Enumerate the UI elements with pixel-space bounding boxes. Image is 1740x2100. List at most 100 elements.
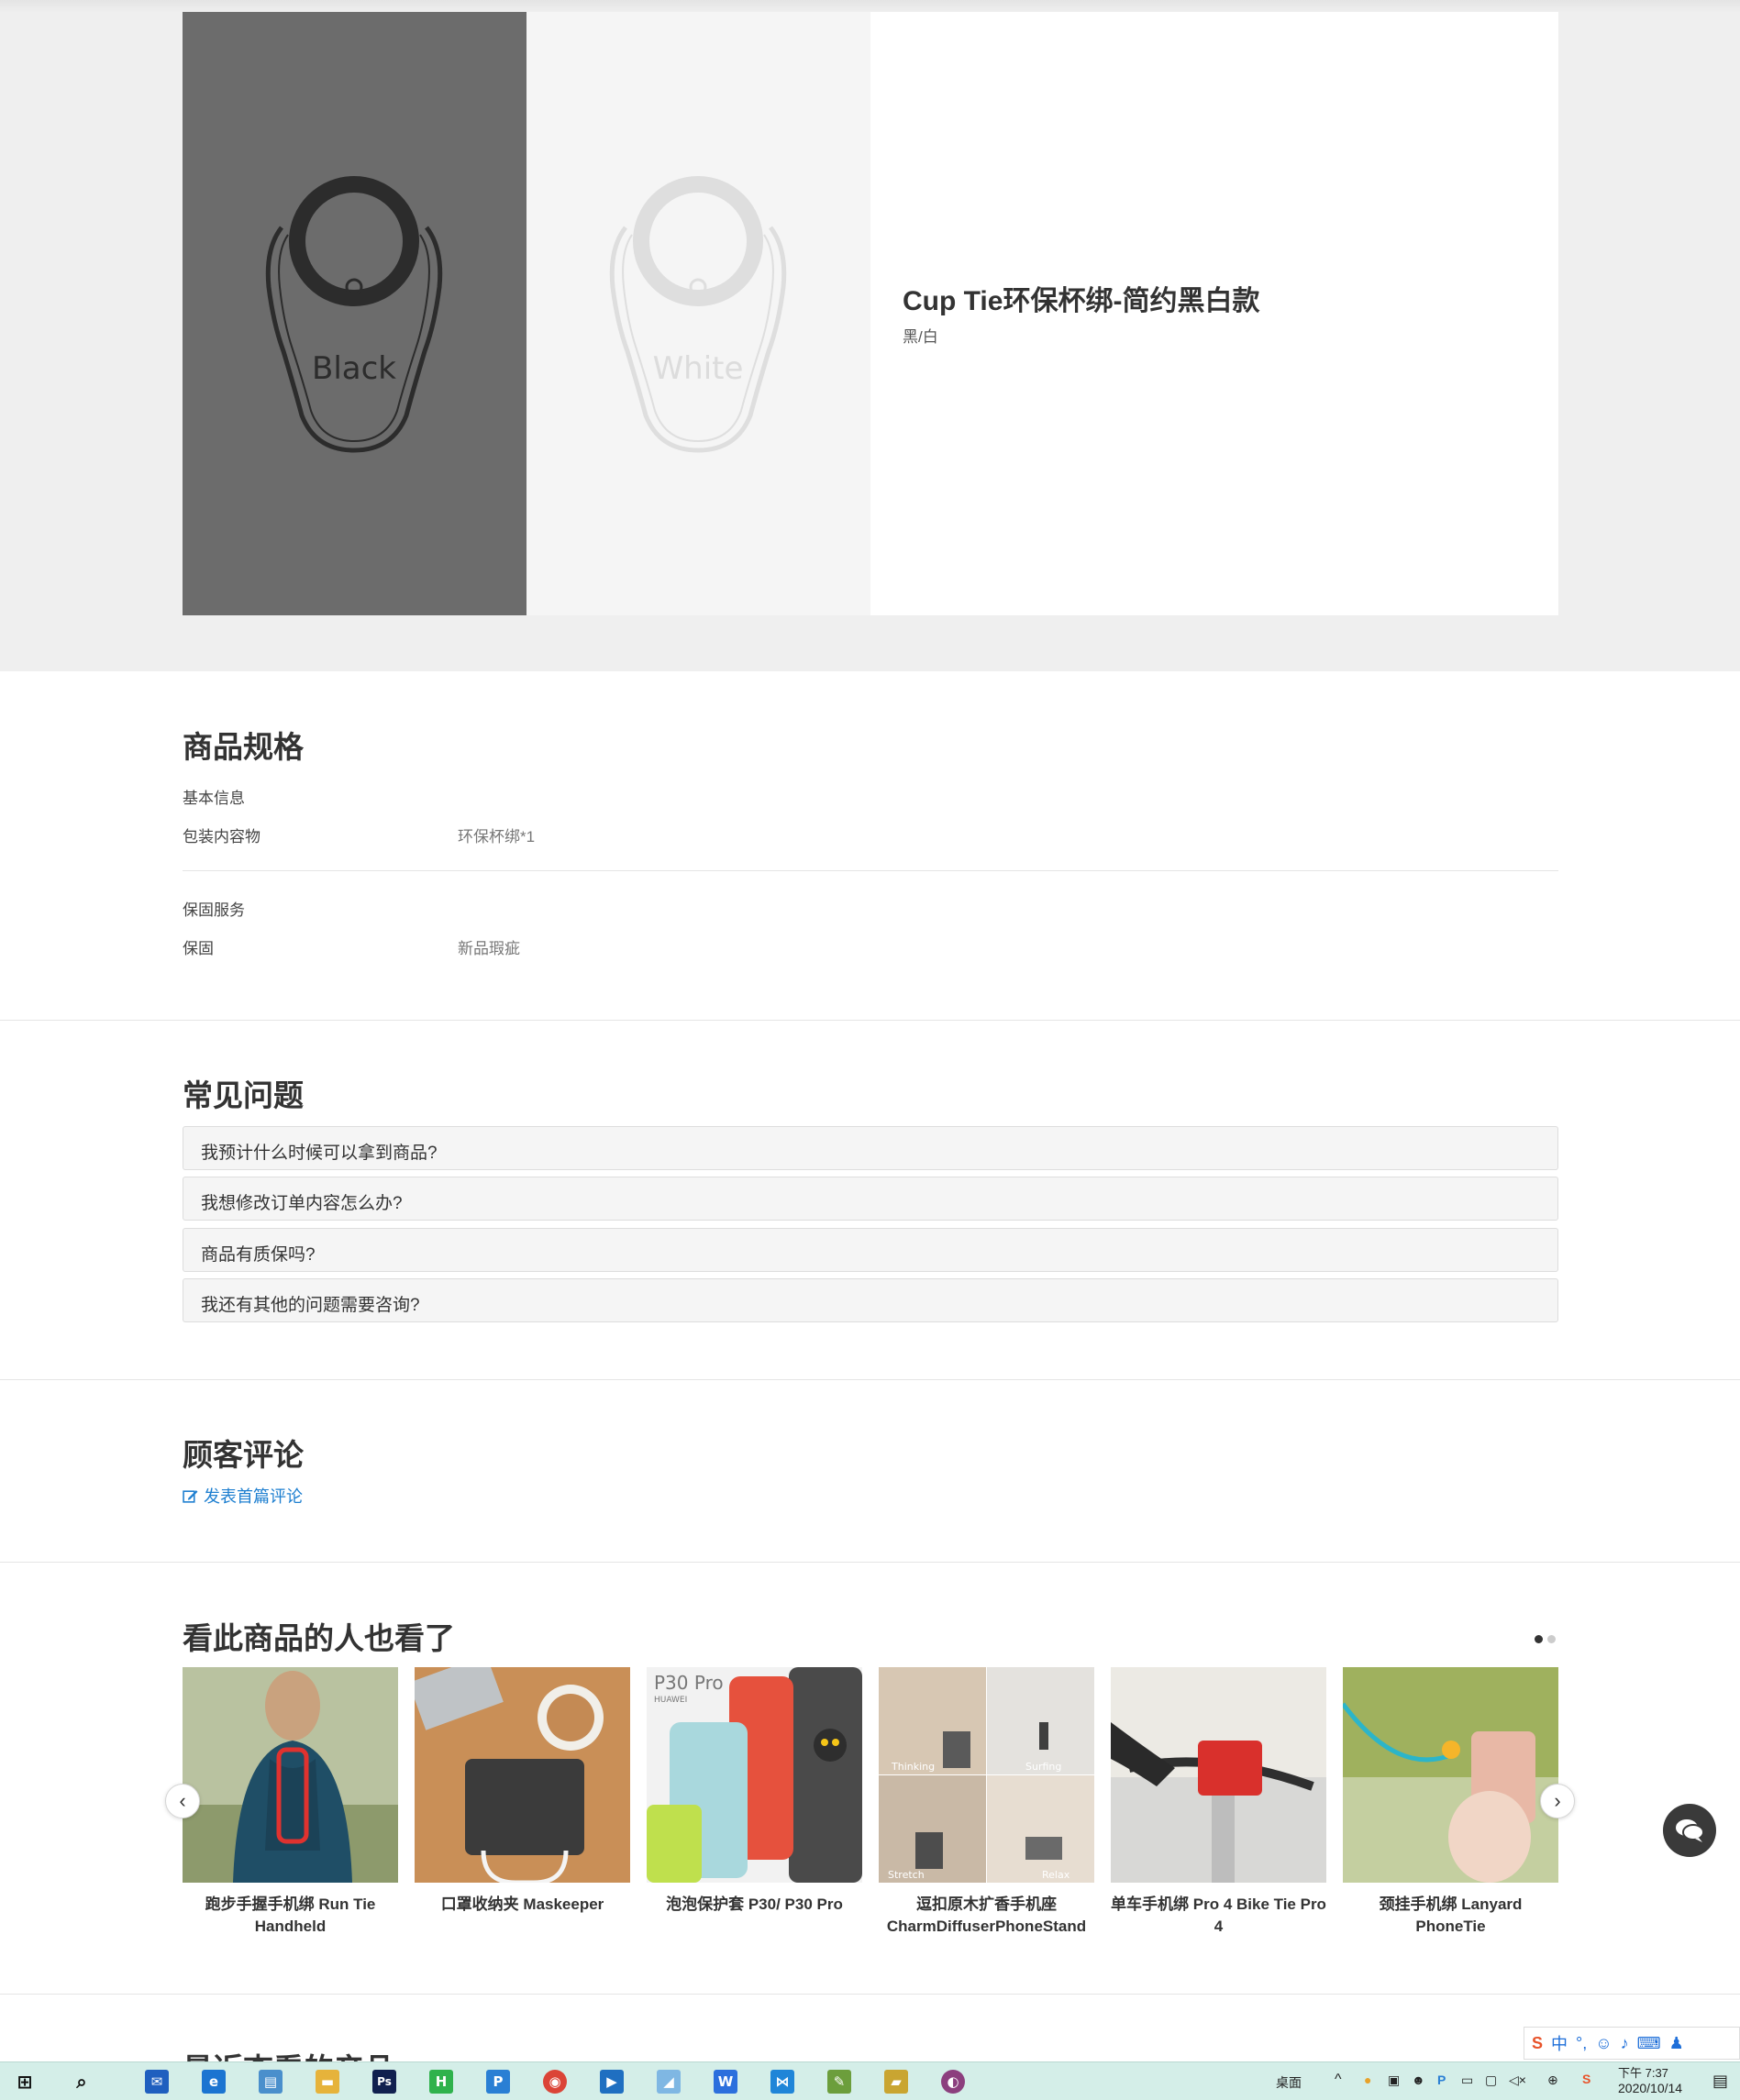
keyboard-icon[interactable]: ⌨ <box>1637 2034 1661 2053</box>
file-explorer-icon[interactable]: ▬ <box>316 2070 339 2094</box>
charm-diffuser-photo: Thinking Surfing Stretch Relax <box>879 1667 1094 1883</box>
product-name[interactable]: 逗扣原木扩香手机座 CharmDiffuserPhoneStand <box>879 1894 1094 1938</box>
p-tray-icon[interactable]: P <box>1437 2072 1446 2087</box>
product-thumbnail[interactable] <box>183 1667 398 1883</box>
spec-label: 保固 <box>183 940 214 957</box>
chrome-browser-icon[interactable]: ◉ <box>543 2070 567 2094</box>
image-subtext: HUAWEI <box>654 1696 687 1705</box>
photoshop-icon[interactable]: Ps <box>372 2070 396 2094</box>
edit-icon <box>183 1489 198 1503</box>
faq-question: 我想修改订单内容怎么办? <box>201 1194 403 1213</box>
product-name[interactable]: 跑步手握手机绑 Run Tie Handheld <box>183 1894 398 1938</box>
swatch-label-black: Black <box>312 350 396 387</box>
faq-item[interactable]: 我预计什么时候可以拿到商品? <box>183 1126 1558 1170</box>
folder-app-icon[interactable]: ▰ <box>884 2070 908 2094</box>
sogou-tray-icon[interactable]: S <box>1582 2072 1590 2086</box>
notification-center-icon[interactable]: ▤ <box>1712 2072 1728 2091</box>
black-cup-tie-illustration: Black <box>265 176 443 453</box>
browser-app-icon[interactable]: ◐ <box>941 2070 965 2094</box>
chevron-left-icon: ‹ <box>179 1789 186 1812</box>
chevron-right-icon: › <box>1554 1789 1561 1812</box>
bike-tie-photo <box>1111 1667 1326 1883</box>
section-divider <box>0 1379 1740 1380</box>
carousel-dot[interactable] <box>1535 1635 1543 1643</box>
product-title: Cup Tie环保杯绑-简约黑白款 <box>903 286 1260 316</box>
security-tray-icon[interactable]: ▣ <box>1388 2072 1400 2088</box>
ime-mode-label[interactable]: 中 <box>1551 2031 1568 2055</box>
tray-app-icon[interactable]: ● <box>1364 2072 1371 2087</box>
media-app-icon[interactable]: ▶ <box>600 2070 624 2094</box>
microphone-icon[interactable]: ♪ <box>1621 2034 1629 2053</box>
chevron-up-icon[interactable]: ^ <box>1335 2072 1342 2088</box>
qq-tray-icon[interactable]: ☻ <box>1412 2072 1425 2087</box>
product-name[interactable]: 颈挂手机绑 Lanyard PhoneTie <box>1343 1894 1558 1938</box>
image-text-surfing: Surfing <box>1025 1761 1061 1773</box>
punctuation-icon[interactable]: °, <box>1576 2034 1587 2053</box>
white-cup-tie-illustration: White <box>609 176 787 453</box>
faq-item[interactable]: 商品有质保吗? <box>183 1228 1558 1272</box>
section-divider <box>0 1562 1740 1563</box>
desktop-toolbar-label[interactable]: 桌面 <box>1276 2073 1302 2092</box>
tool-app-icon[interactable]: ◢ <box>657 2070 681 2094</box>
windows-taskbar: ⊞ ⌕ ✉ e ▤ ▬ Ps H P ◉ ▶ ◢ W ⋈ ✎ ▰ ◐ 桌面 ^ … <box>0 2061 1740 2100</box>
image-text: P30 Pro <box>654 1672 724 1694</box>
spec-value: 环保杯绑*1 <box>458 828 536 846</box>
product-thumbnail[interactable] <box>1343 1667 1558 1883</box>
reviews-title: 顾客评论 <box>183 1438 304 1472</box>
taskbar-time[interactable]: 下午 7:37 <box>1618 2063 1668 2081</box>
product-thumbnail[interactable] <box>1111 1667 1326 1883</box>
product-thumbnail[interactable] <box>415 1667 630 1883</box>
network-icon[interactable]: ▢ <box>1485 2072 1497 2088</box>
product-thumbnail[interactable]: Thinking Surfing Stretch Relax <box>879 1667 1094 1883</box>
maskeeper-photo <box>415 1667 630 1883</box>
faq-item[interactable]: 我还有其他的问题需要咨询? <box>183 1278 1558 1322</box>
product-hero: Black White Cup Tie环保杯绑-简约黑白款 黑/白 <box>0 0 1740 671</box>
faq-item[interactable]: 我想修改订单内容怎么办? <box>183 1177 1558 1221</box>
spec-group-heading: 基本信息 <box>183 790 245 807</box>
product-name[interactable]: 口罩收纳夹 Maskeeper <box>415 1894 630 1916</box>
image-text-thinking: Thinking <box>891 1761 935 1773</box>
emoji-icon[interactable]: ☺ <box>1595 2034 1612 2053</box>
swatch-white-image[interactable]: White <box>526 12 870 615</box>
carousel-prev-button[interactable]: ‹ <box>165 1784 200 1818</box>
taskbar-date[interactable]: 2020/10/14 <box>1618 2081 1682 2095</box>
mail-app-icon[interactable]: ✉ <box>145 2070 169 2094</box>
carousel-next-button[interactable]: › <box>1540 1784 1575 1818</box>
related-title: 看此商品的人也看了 <box>183 1621 455 1655</box>
search-icon[interactable]: ⌕ <box>70 2070 94 2094</box>
spec-label: 包装内容物 <box>183 828 260 846</box>
specs-title: 商品规格 <box>183 730 304 764</box>
chat-button[interactable] <box>1663 1804 1716 1857</box>
product-info-panel: Cup Tie环保杯绑-简约黑白款 黑/白 <box>870 12 1558 615</box>
user-icon[interactable]: ♟ <box>1669 2034 1684 2053</box>
hbuilder-icon[interactable]: H <box>429 2070 453 2094</box>
swatch-label-white: White <box>653 350 744 387</box>
spec-value: 新品瑕疵 <box>458 940 520 957</box>
faq-question: 我预计什么时候可以拿到商品? <box>201 1144 438 1163</box>
product-thumbnail[interactable]: P30 Pro HUAWEI <box>647 1667 862 1883</box>
edge-browser-icon[interactable]: e <box>202 2070 226 2094</box>
wps-writer-icon[interactable]: W <box>714 2070 737 2094</box>
bubble-case-photo: P30 Pro HUAWEI <box>647 1667 862 1883</box>
faq-question: 商品有质保吗? <box>201 1245 316 1265</box>
ime-tray-icon[interactable]: ⊕ <box>1547 2072 1558 2088</box>
vscode-icon[interactable]: ⋈ <box>770 2070 794 2094</box>
section-divider <box>0 1020 1740 1021</box>
section-divider <box>0 1994 1740 1995</box>
carousel-dot[interactable] <box>1547 1635 1556 1643</box>
product-name[interactable]: 单车手机绑 Pro 4 Bike Tie Pro 4 <box>1111 1894 1326 1938</box>
write-first-review-link[interactable]: 发表首篇评论 <box>183 1484 303 1508</box>
battery-icon[interactable]: ▭ <box>1461 2072 1473 2088</box>
carousel-pagination <box>1535 1635 1556 1643</box>
windows-start-icon[interactable]: ⊞ <box>13 2070 37 2094</box>
volume-muted-icon[interactable]: ◁× <box>1509 2072 1526 2088</box>
product-name[interactable]: 泡泡保护套 P30/ P30 Pro <box>647 1894 862 1916</box>
notepad-app-icon[interactable]: ▤ <box>259 2070 283 2094</box>
image-editor-icon[interactable]: ✎ <box>827 2070 851 2094</box>
image-text-stretch: Stretch <box>888 1869 925 1881</box>
hero-top-shade <box>0 0 1740 13</box>
ime-toolbar[interactable]: S 中 °, ☺ ♪ ⌨ ♟ <box>1524 2027 1740 2060</box>
swatch-black-image[interactable]: Black <box>183 12 526 615</box>
p-app-icon[interactable]: P <box>486 2070 510 2094</box>
lanyard-phonetie-photo <box>1343 1667 1558 1883</box>
